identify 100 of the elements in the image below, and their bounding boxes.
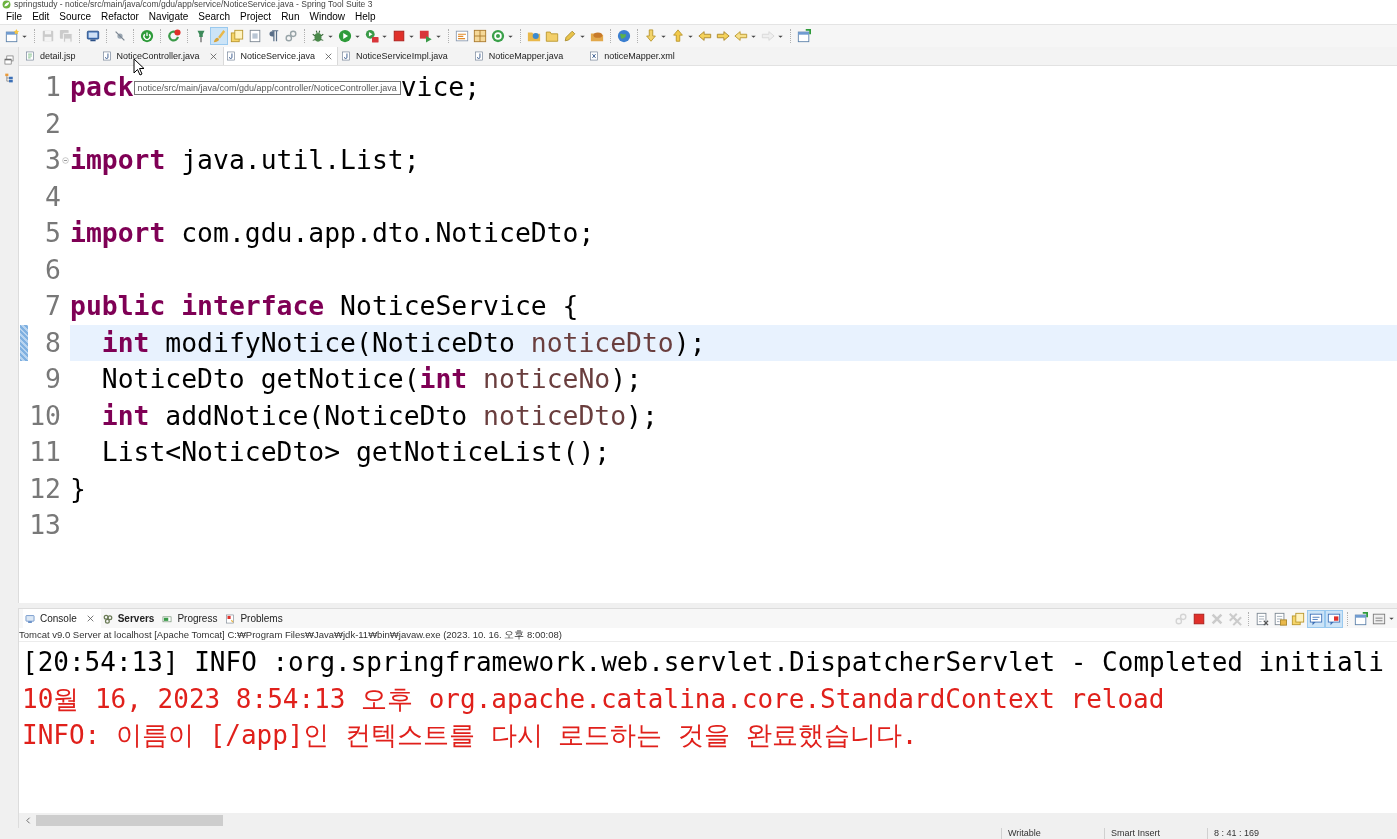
- code-line: NoticeDto getNotice(int noticeNo);: [101, 362, 642, 396]
- tooltip: notice/src/main/java/com/gdu/app/controller/NoticeController.java: [133, 81, 401, 96]
- progress-icon: [162, 613, 173, 624]
- forward-arrow-icon: [716, 29, 730, 43]
- menu-item[interactable]: Window: [304, 10, 351, 23]
- editor-tab[interactable]: NoticeController.java: [98, 47, 223, 65]
- menu-item[interactable]: Help: [350, 10, 381, 23]
- menu-item[interactable]: File: [1, 10, 28, 23]
- run-tools-icon: [365, 29, 379, 43]
- editor-tab[interactable]: NoticeService.java: [222, 47, 339, 65]
- floppy-disks-icon: [59, 29, 73, 43]
- toolbar-button[interactable]: [1307, 609, 1325, 628]
- menu-item[interactable]: Source: [54, 10, 97, 23]
- editor-tab[interactable]: NoticeMapper.java: [470, 47, 587, 65]
- status-field: 8 : 41 : 169: [1207, 828, 1310, 839]
- toolbar-button[interactable]: [138, 27, 156, 45]
- console-line: INFO: 이름이 [/app]인 컨텍스트를 다시 로드하는 것을 완료했습니다.: [22, 719, 918, 752]
- line-number: 11: [29, 435, 61, 469]
- editor-tab[interactable]: noticeMapper.xml: [586, 47, 698, 65]
- close-icon[interactable]: [85, 614, 95, 623]
- console-line: 10월 16, 2023 8:54:13 오후 org.apache.catalina.core.StandardContext reload: [22, 682, 1165, 716]
- toolbar-button[interactable]: [471, 27, 489, 45]
- java-file-icon: [225, 51, 236, 61]
- editor-tab[interactable]: detail.jsp: [22, 47, 99, 65]
- code-line: vice;: [400, 70, 481, 104]
- code-line: public interface NoticeService {: [70, 289, 579, 323]
- line-number: 4: [45, 179, 61, 214]
- play-icon: [338, 29, 352, 43]
- view-tab[interactable]: Problems: [223, 609, 289, 628]
- console-description: Tomcat v9.0 Server at localhost [Apache Tomcat] C:₩Program Files₩Java₩jdk-11₩bin₩javaw.exe (2023. 10. 16. 오후 8:00:08): [19, 629, 562, 640]
- menu-item[interactable]: Run: [276, 10, 305, 23]
- line-number: 12: [29, 471, 61, 506]
- toolbar-button[interactable]: [336, 27, 354, 45]
- message-icon: [1327, 611, 1341, 626]
- line-number: 8: [45, 325, 61, 360]
- menu-item[interactable]: Project: [235, 10, 277, 23]
- crossed-dot-icon: [113, 29, 127, 43]
- line-number: 1: [45, 70, 61, 104]
- close-icon[interactable]: [324, 51, 334, 61]
- editor-tab[interactable]: NoticeServiceImpl.java: [338, 47, 471, 65]
- caret-icon[interactable]: [1388, 615, 1395, 622]
- arrow-right-icon: [761, 29, 775, 43]
- view-tab[interactable]: Servers: [100, 609, 161, 628]
- hierarchy-icon[interactable]: [4, 73, 14, 83]
- line-number: 9: [45, 362, 61, 396]
- view-tab[interactable]: Progress: [160, 609, 224, 628]
- gears-icon: [102, 613, 113, 624]
- message-icon: [1309, 611, 1323, 626]
- line-number: 10: [29, 398, 61, 433]
- folder-icon: [545, 29, 559, 43]
- status-field: Writable: [1001, 828, 1104, 839]
- line-number: 13: [29, 508, 61, 542]
- double-x-mark-icon: [1228, 611, 1242, 626]
- brush-icon: [212, 29, 226, 43]
- scrollbar-thumb[interactable]: [36, 815, 223, 826]
- code-line: int addNotice(NoticeDto noticeDto);: [101, 398, 658, 433]
- grid-icon: [473, 29, 487, 43]
- menu-item[interactable]: Search: [193, 10, 235, 23]
- code-line: List<NoticeDto> getNoticeList();: [101, 435, 611, 469]
- line-number: 2: [45, 106, 61, 141]
- monitor-icon: [25, 613, 35, 624]
- stop-icon: [1192, 611, 1206, 626]
- window-icon: [797, 29, 811, 43]
- bug-icon: [311, 29, 325, 43]
- toolbar-button[interactable]: [615, 27, 633, 45]
- menu-item[interactable]: Refactor: [96, 10, 144, 23]
- x-mark-icon: [1210, 611, 1224, 626]
- toolbar-button[interactable]: [795, 27, 813, 45]
- view-tab[interactable]: Console: [23, 609, 101, 628]
- play-box-icon: [419, 29, 433, 43]
- java-file-icon: [341, 51, 352, 61]
- collapse-icon[interactable]: [62, 156, 69, 164]
- toolbar-button[interactable]: [1352, 609, 1370, 628]
- java-file-icon: [473, 51, 484, 61]
- window-title: springstudy - notice/src/main/java/com/gdu/app/service/NoticeService.java - Spring Tool Suite 3: [14, 0, 373, 9]
- stop-icon: [392, 29, 406, 43]
- chevron-left-icon[interactable]: [24, 816, 33, 825]
- problems-icon: [225, 613, 236, 624]
- toolbar-button[interactable]: [1325, 609, 1343, 628]
- toolbar-button[interactable]: [489, 27, 507, 45]
- menu-item[interactable]: Edit: [27, 10, 55, 23]
- code-line: int modifyNotice(NoticeDto noticeDto);: [101, 325, 706, 360]
- line-number: 7: [45, 289, 61, 323]
- restore-icon[interactable]: [4, 55, 14, 65]
- link-icon: [1174, 611, 1188, 626]
- jsp-file-icon: [25, 51, 35, 61]
- documents-icon: [230, 29, 244, 43]
- xml-file-icon: [589, 51, 600, 61]
- pencil-icon: [563, 29, 577, 43]
- menu-item[interactable]: Navigate: [143, 10, 194, 23]
- status-field: Smart Insert: [1104, 828, 1207, 839]
- line-number: 5: [45, 216, 61, 250]
- code-line: pack: [70, 70, 134, 104]
- globe-icon: [617, 29, 631, 43]
- toolbar-button[interactable]: [3, 27, 21, 45]
- toolbar-button[interactable]: [165, 27, 183, 45]
- monitor-icon: [86, 29, 100, 43]
- close-icon[interactable]: [208, 51, 218, 61]
- refresh-icon: [167, 29, 181, 43]
- toolbar-button[interactable]: [363, 27, 381, 45]
